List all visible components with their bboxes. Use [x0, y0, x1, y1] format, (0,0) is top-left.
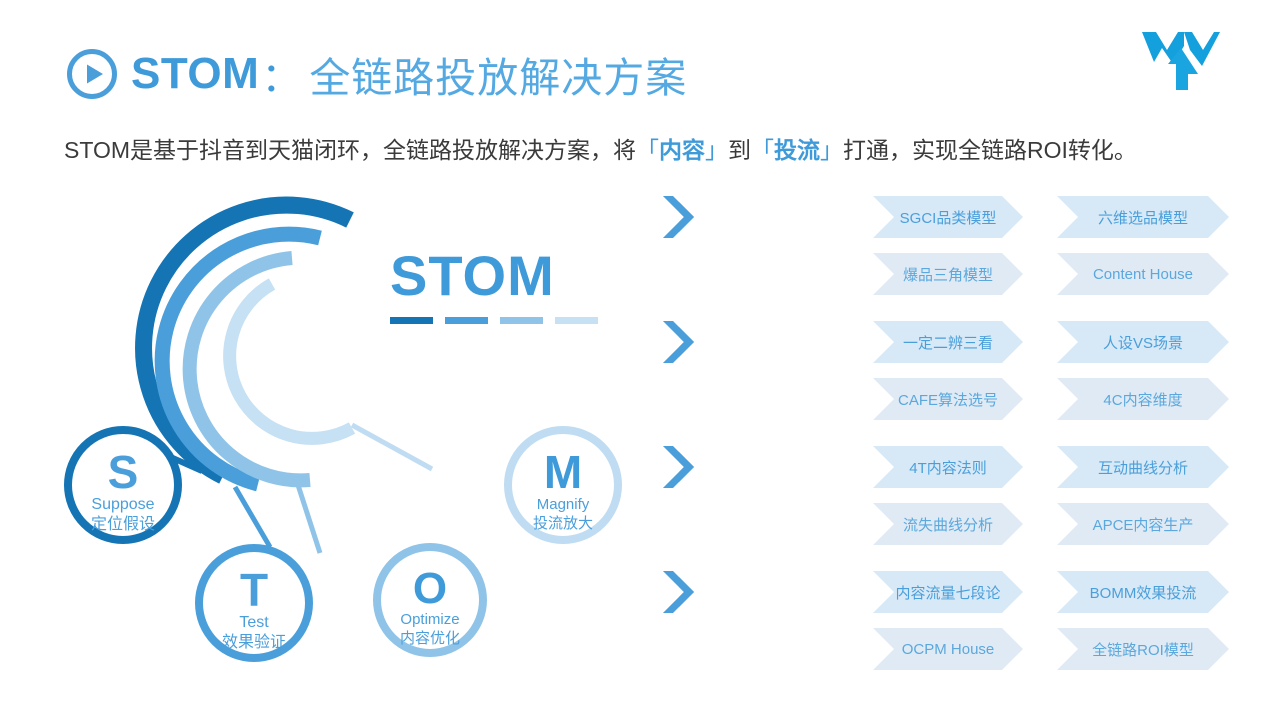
diagram-node-o[interactable]: O Optimize 内容优化	[373, 543, 487, 657]
row-o-item-1[interactable]: 4T内容法则	[873, 446, 1023, 488]
row-m-item-2[interactable]: BOMM效果投流	[1057, 571, 1229, 613]
subtitle-text: STOM是基于抖音到天猫闭环，全链路投放解决方案，将「内容」到「投流」打通，实现…	[64, 131, 1224, 165]
svg-text:定位假设: 定位假设	[91, 515, 155, 533]
row-t-item-2[interactable]: 人设VS场景	[1057, 321, 1229, 363]
slide-root: STOM： 全链路投放解决方案 STOM是基于抖音到天猫闭环，全链路投放解决方案，…	[0, 0, 1280, 715]
row-o-item-4[interactable]: APCE内容生产	[1057, 503, 1229, 545]
subtitle-part-2: 到	[728, 137, 752, 163]
row-t-chevron-tip	[663, 321, 685, 363]
row-t: T 效果验证 一定二辨三看 人设VS场景 CAFE算法选号 4C内容维度	[663, 321, 1263, 446]
play-circle-icon	[67, 49, 117, 99]
row-s: S 定位假设 SGCI品类模型 六维选品模型 爆品三角模型 Content Ho…	[663, 196, 1263, 321]
row-m-item-4[interactable]: 全链路ROI模型	[1057, 628, 1229, 670]
diagram-node-s[interactable]: S Suppose 定位假设	[64, 426, 182, 544]
row-m-main-chevron[interactable]: M 投流放大	[663, 571, 859, 613]
svg-text:Magnify: Magnify	[537, 496, 590, 513]
svg-text:Optimize: Optimize	[400, 611, 459, 628]
row-m-chevron-tip	[663, 571, 685, 613]
row-s-label: S 定位假设	[679, 196, 694, 238]
svg-text:S: S	[108, 446, 139, 498]
row-s-item-1[interactable]: SGCI品类模型	[873, 196, 1023, 238]
page-title: STOM： 全链路投放解决方案	[131, 44, 687, 104]
row-s-main-chevron[interactable]: S 定位假设	[663, 196, 859, 238]
row-o-main-chevron[interactable]: O 内容优化	[663, 446, 859, 488]
slide-header: STOM： 全链路投放解决方案	[0, 0, 1280, 120]
page-title-sub: 全链路投放解决方案	[309, 55, 688, 101]
svg-text:T: T	[240, 564, 268, 616]
row-s-item-3[interactable]: 爆品三角模型	[873, 253, 1023, 295]
subtitle-highlight-1: 内容	[659, 137, 706, 163]
diagram-arc-4	[223, 278, 356, 445]
row-m-chevron-body	[679, 571, 859, 613]
row-o-item-3[interactable]: 流失曲线分析	[873, 503, 1023, 545]
diagram-node-t[interactable]: T Test 效果验证	[195, 544, 313, 662]
svg-text:O: O	[413, 564, 447, 613]
diagram-dashes	[390, 317, 598, 324]
row-s-chevron-body	[679, 196, 859, 238]
row-t-item-3[interactable]: CAFE算法选号	[873, 378, 1023, 420]
row-o-chevron-body	[679, 446, 859, 488]
row-s-chevron-tip	[663, 196, 685, 238]
diagram-node-m[interactable]: M Magnify 投流放大	[504, 426, 622, 544]
svg-text:投流放大: 投流放大	[533, 515, 593, 532]
row-m: M 投流放大 内容流量七段论 BOMM效果投流 OCPM House 全链路RO…	[663, 571, 1263, 696]
row-o-chevron-tip	[663, 446, 685, 488]
svg-text:效果验证: 效果验证	[222, 633, 286, 651]
subtitle-part-3: 打通，实现全链路ROI转化。	[843, 137, 1137, 163]
subtitle-bracket-open-2: 「	[751, 137, 775, 163]
page-title-main: STOM	[131, 49, 260, 98]
diagram-center-title: STOM	[390, 244, 555, 307]
svg-text:内容优化: 内容优化	[400, 630, 460, 647]
subtitle-part-1: STOM是基于抖音到天猫闭环，全链路投放解决方案，将	[64, 137, 637, 163]
row-t-item-1[interactable]: 一定二辨三看	[873, 321, 1023, 363]
row-t-item-4[interactable]: 4C内容维度	[1057, 378, 1229, 420]
svg-text:Test: Test	[239, 614, 269, 631]
stom-breakdown-panel: S 定位假设 SGCI品类模型 六维选品模型 爆品三角模型 Content Ho…	[663, 196, 1263, 696]
row-m-item-1[interactable]: 内容流量七段论	[873, 571, 1023, 613]
row-m-label: M 投流放大	[679, 571, 694, 613]
row-o: O 内容优化 4T内容法则 互动曲线分析 流失曲线分析 APCE内容生产	[663, 446, 1263, 571]
svg-text:Suppose: Suppose	[91, 496, 154, 513]
diagram-arc-3	[182, 251, 311, 488]
row-s-item-2[interactable]: 六维选品模型	[1057, 196, 1229, 238]
row-m-item-3[interactable]: OCPM House	[873, 628, 1023, 670]
brand-w-logo-icon	[1142, 32, 1220, 90]
row-o-label: O 内容优化	[679, 446, 694, 488]
row-s-item-4[interactable]: Content House	[1057, 253, 1229, 295]
row-t-label: T 效果验证	[679, 321, 694, 363]
stom-circular-diagram: STOM S Suppose 定位假设 T Test 效果验证 O Optimi…	[20, 185, 660, 705]
subtitle-bracket-open-1: 「	[636, 137, 660, 163]
row-t-main-chevron[interactable]: T 效果验证	[663, 321, 859, 363]
subtitle-bracket-close-1: 」	[705, 137, 729, 163]
row-o-item-2[interactable]: 互动曲线分析	[1057, 446, 1229, 488]
subtitle-bracket-close-2: 」	[820, 137, 844, 163]
svg-text:M: M	[544, 446, 582, 498]
row-t-chevron-body	[679, 321, 859, 363]
page-title-colon: ：	[261, 56, 302, 100]
subtitle-highlight-2: 投流	[774, 137, 821, 163]
